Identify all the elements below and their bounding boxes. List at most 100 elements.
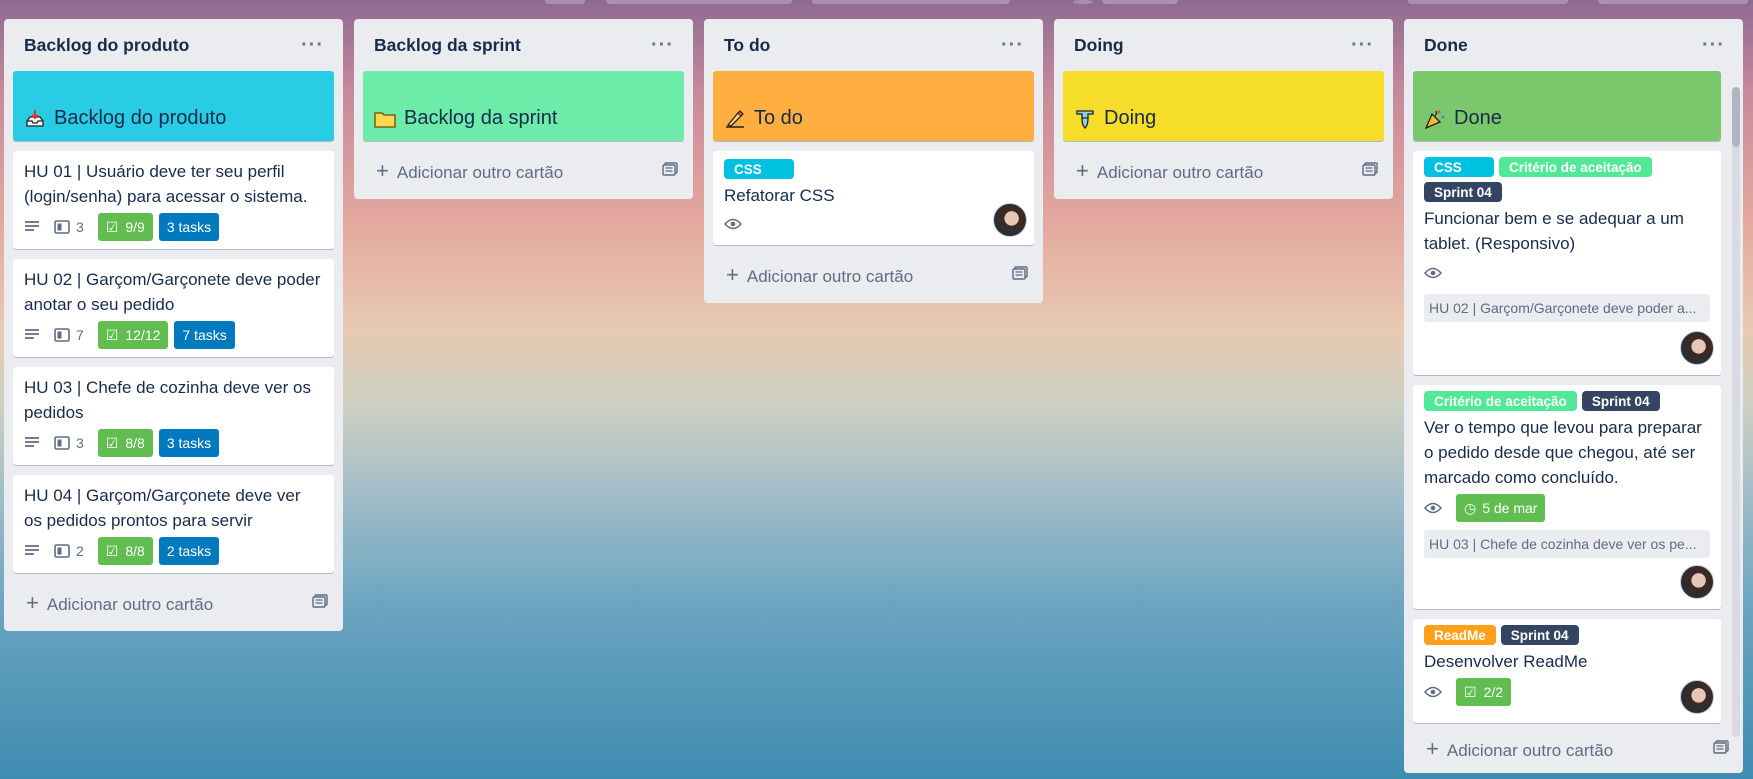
tasks-badge: 3 tasks [158,429,220,457]
list-menu-button[interactable]: ··· [1698,33,1729,57]
cover-card[interactable]: Doing [1063,71,1384,141]
label-sprint[interactable]: Sprint 04 [1424,182,1502,202]
cover-title: Doing [1104,107,1157,129]
attachment-badge: 3 [54,219,84,235]
list-title[interactable]: Done [1424,35,1468,56]
attached-card-link[interactable]: HU 02 | Garçom/Garçonete deve poder a... [1424,294,1710,322]
card-refatorar-css[interactable]: CSS Refatorar CSS [713,151,1034,245]
checklist-badge: ☑ 8/8 [97,537,153,565]
cover-title: Backlog do produto [54,107,227,129]
card-hu01[interactable]: HU 01 | Usuário deve ter seu perfil (log… [13,151,334,249]
template-icon[interactable] [1713,739,1729,759]
card-title: Funcionar bem e se adequar a um tablet. … [1424,209,1684,253]
cover-card[interactable]: To do [713,71,1034,141]
add-card-button[interactable]: + Adicionar outro cartão [13,583,334,623]
attachment-badge: 3 [54,435,84,451]
scrollbar-thumb[interactable] [1732,87,1740,147]
description-icon [24,220,40,234]
card-title: HU 04 | Garçom/Garçonete deve ver os ped… [24,486,301,530]
board-icon [54,328,70,342]
avatar[interactable] [1680,680,1714,714]
top-header-strip [0,0,1753,4]
label-readme[interactable]: ReadMe [1424,625,1496,645]
list-menu-button[interactable]: ··· [647,33,678,57]
board-icon [54,436,70,450]
card-tempo-preparo[interactable]: Critério de aceitação Sprint 04 Ver o te… [1413,385,1721,609]
cover-card[interactable]: Backlog da sprint [363,71,684,141]
list-header: Done ··· [1413,19,1724,71]
attached-card-link[interactable]: HU 03 | Chefe de cozinha deve ver os pe.… [1424,530,1710,558]
label-criterio[interactable]: Critério de aceitação [1424,391,1577,411]
cover-title: Done [1454,107,1502,129]
plus-icon: + [26,590,39,615]
card-title: Ver o tempo que levou para preparar o pe… [1424,418,1702,487]
template-icon[interactable] [1362,161,1378,181]
eye-icon [1424,267,1442,279]
add-card-button[interactable]: + Adicionar outro cartão [713,255,1034,295]
card-hu02[interactable]: HU 02 | Garçom/Garçonete deve poder anot… [13,259,334,357]
label-css[interactable]: CSS [724,159,794,179]
flexed-biceps-icon [1074,108,1096,130]
label-sprint[interactable]: Sprint 04 [1581,391,1660,411]
eye-icon [1424,502,1442,514]
list-header: Doing ··· [1063,19,1384,71]
card-hu04[interactable]: HU 04 | Garçom/Garçonete deve ver os ped… [13,475,334,573]
plus-icon: + [376,158,389,183]
add-card-button[interactable]: + Adicionar outro cartão [363,151,684,191]
tasks-badge: 3 tasks [158,213,220,241]
list-header: Backlog da sprint ··· [363,19,684,71]
board-icon [54,544,70,558]
cover-title: Backlog da sprint [404,107,558,129]
list-backlog-do-produto: Backlog do produto ··· Backlog do produt… [4,19,343,631]
template-icon[interactable] [662,161,678,181]
label-criterio[interactable]: Critério de aceitação [1499,157,1652,177]
clock-icon: ◷ [1464,499,1477,516]
description-icon [24,544,40,558]
checkbox-icon: ☑ [1464,683,1477,700]
writing-hand-icon [724,108,746,130]
add-card-button[interactable]: + Adicionar outro cartão [1063,151,1384,191]
card-readme[interactable]: ReadMe Sprint 04 Desenvolver ReadMe ☑ 2/2 [1413,619,1721,723]
checkbox-icon: ☑ [105,218,119,235]
card-title: HU 03 | Chefe de cozinha deve ver os ped… [24,378,311,422]
list-title[interactable]: To do [724,35,770,56]
due-date-badge[interactable]: ◷ 5 de mar [1456,494,1546,522]
eye-icon [1424,686,1442,698]
list-title[interactable]: Backlog do produto [24,35,189,56]
card-title: HU 01 | Usuário deve ter seu perfil (log… [24,162,308,206]
list-title[interactable]: Doing [1074,35,1124,56]
list-menu-button[interactable]: ··· [997,33,1028,57]
template-icon[interactable] [1012,265,1028,285]
card-title: Refatorar CSS [724,186,835,205]
list-menu-button[interactable]: ··· [297,33,328,57]
list-to-do: To do ··· To do CSS Refatorar CSS + Adici… [704,19,1043,303]
list-menu-button[interactable]: ··· [1347,33,1378,57]
cover-card[interactable]: Backlog do produto [13,71,334,141]
list-scrollbar[interactable] [1732,87,1740,737]
list-doing: Doing ··· Doing + Adicionar outro cartão [1054,19,1393,199]
folder-icon [374,108,396,130]
list-backlog-da-sprint: Backlog da sprint ··· Backlog da sprint … [354,19,693,199]
checklist-badge: ☑ 12/12 [97,321,169,349]
label-css[interactable]: CSS [1424,157,1494,177]
avatar[interactable] [1680,331,1714,365]
board-icon [54,220,70,234]
avatar[interactable] [1680,565,1714,599]
card-hu03[interactable]: HU 03 | Chefe de cozinha deve ver os ped… [13,367,334,465]
list-done: Done ··· Done CSS Critério de aceitação … [1404,19,1743,773]
inbox-tray-icon [24,108,46,130]
description-icon [24,436,40,450]
add-card-button[interactable]: + Adicionar outro cartão [1413,733,1729,765]
card-responsivo[interactable]: CSS Critério de aceitação Sprint 04 Func… [1413,151,1721,375]
card-title: Desenvolver ReadMe [1424,652,1588,671]
cover-card[interactable]: Done [1413,71,1721,141]
label-sprint[interactable]: Sprint 04 [1500,625,1579,645]
avatar[interactable] [993,203,1027,237]
attachment-badge: 2 [54,543,84,559]
template-icon[interactable] [312,593,328,613]
eye-icon [724,218,742,230]
attachment-badge: 7 [54,327,84,343]
list-title[interactable]: Backlog da sprint [374,35,521,56]
tasks-badge: 2 tasks [158,537,220,565]
list-header: Backlog do produto ··· [13,19,334,71]
